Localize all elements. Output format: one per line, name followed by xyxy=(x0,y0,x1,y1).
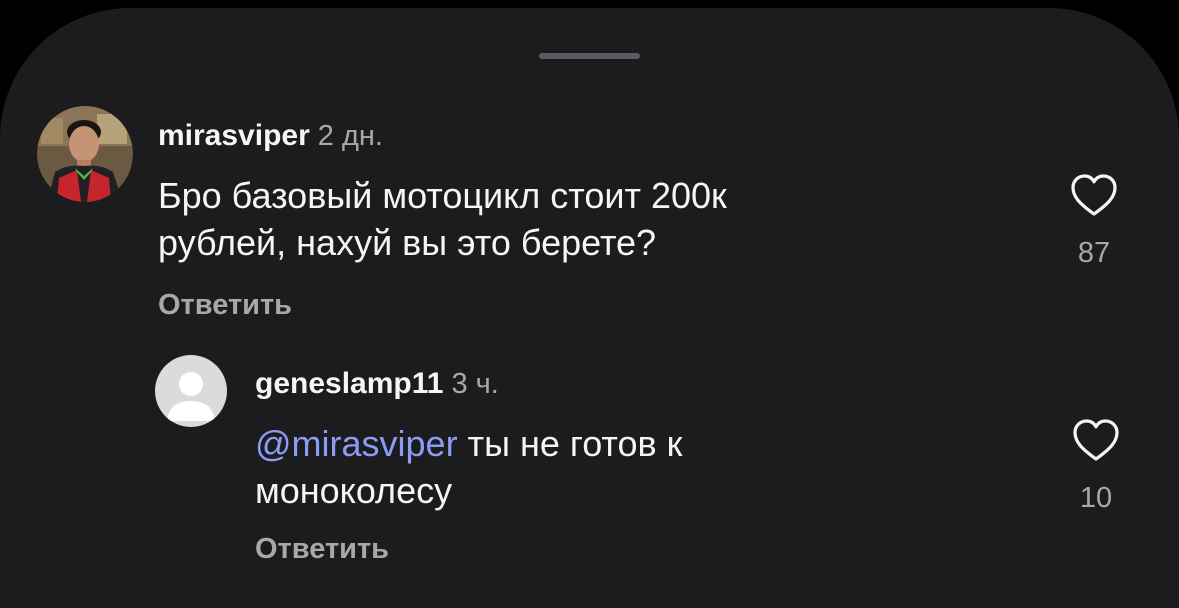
avatar[interactable] xyxy=(37,106,133,202)
reply-button[interactable]: Ответить xyxy=(255,533,389,566)
comment-text-line: рублей, нахуй вы это берете? xyxy=(158,222,657,263)
like-control: 10 xyxy=(1066,418,1126,515)
timestamp: 2 дн. xyxy=(317,120,383,152)
comment-text-line: Бро базовый мотоцикл стоит 200к xyxy=(158,175,727,216)
heart-outline-icon[interactable] xyxy=(1066,418,1126,462)
timestamp: 3 ч. xyxy=(451,368,499,400)
comment-text-line: моноколесу xyxy=(255,470,453,511)
comments-sheet: mirasviper 2 дн. Бро базовый мотоцикл сто… xyxy=(0,8,1179,608)
comment-text: Бро базовый мотоцикл стоит 200к рублей, … xyxy=(158,172,727,266)
like-count: 10 xyxy=(1079,482,1113,514)
like-control: 87 xyxy=(1064,173,1124,270)
comment-text: @mirasviper ты не готов к моноколесу xyxy=(255,420,682,514)
avatar[interactable] xyxy=(155,355,227,427)
comment-text-segment: ты не готов к xyxy=(457,423,683,464)
reply-button[interactable]: Ответить xyxy=(158,289,292,322)
sheet-grabber[interactable] xyxy=(539,53,640,59)
username[interactable]: geneslamp11 xyxy=(255,367,443,400)
mention-link[interactable]: @mirasviper xyxy=(255,423,458,464)
person-silhouette-icon xyxy=(155,372,227,427)
comment-header: geneslamp11 3 ч. xyxy=(255,367,499,401)
comment-text-line: @mirasviper ты не готов к xyxy=(255,420,682,467)
heart-outline-icon[interactable] xyxy=(1064,173,1124,217)
username[interactable]: mirasviper xyxy=(158,119,310,152)
like-count: 87 xyxy=(1077,237,1111,269)
comment-header: mirasviper 2 дн. xyxy=(158,119,383,153)
